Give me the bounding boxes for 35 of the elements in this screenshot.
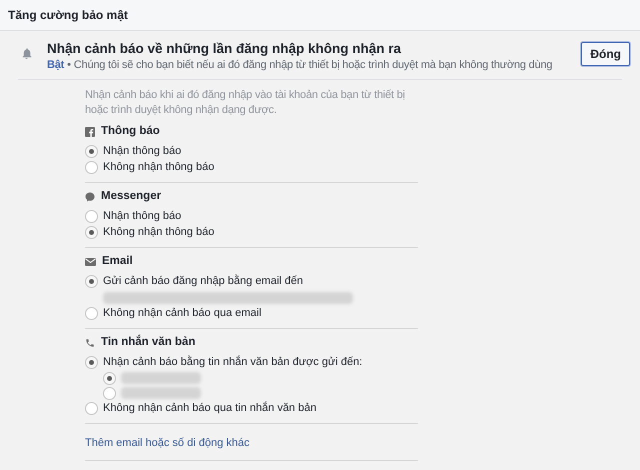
option-label: Gửi cảnh báo đăng nhập bằng email đến (103, 274, 304, 290)
bell-icon (20, 47, 33, 60)
option-label: Nhận thông báo (103, 209, 182, 224)
facebook-icon (85, 127, 95, 137)
add-contact-link[interactable]: Thêm email hoặc số di động khác (85, 437, 250, 449)
option-label: Không nhận thông báo (103, 160, 214, 176)
radio-button[interactable] (103, 386, 116, 400)
radio-button[interactable] (85, 145, 98, 158)
radio-button[interactable] (103, 372, 116, 384)
option-label: Nhận cảnh báo bằng tin nhắn văn bản được gửi đến: (103, 354, 362, 370)
section-title: Thông báo (101, 124, 160, 140)
radio-button[interactable] (85, 161, 98, 174)
radio-button[interactable] (85, 402, 98, 415)
alert-title: Nhận cảnh báo về những lần đăng nhập không nhận ra (47, 40, 402, 58)
option-label: Không nhận thông báo (103, 225, 214, 240)
radio-button[interactable] (85, 226, 98, 239)
radio-button[interactable] (85, 307, 98, 320)
section-title: Messenger (101, 189, 162, 204)
close-button[interactable]: Đóng (581, 42, 630, 66)
envelope-icon (85, 258, 96, 266)
option-label: Không nhận cảnh báo qua tin nhắn văn bản (103, 400, 316, 416)
option-label: Không nhận cảnh báo qua email (103, 306, 262, 322)
radio-button[interactable] (85, 356, 98, 369)
section-title: Tin nhắn văn bản (101, 334, 196, 350)
alert-description: Chúng tôi sẽ cho bạn biết nếu ai đó đăng nhập từ thiết bị hoặc trình duyệt mà bạn không thường dùng (74, 59, 552, 71)
option-label: Nhận thông báo (103, 144, 182, 160)
intro-text: Nhận cảnh báo khi ai đó đăng nhập vào tài khoản của bạn từ thiết bị hoặc trình duyệt không nhận dạng được. (85, 88, 406, 118)
separator-dot: • (67, 59, 71, 71)
radio-button[interactable] (85, 275, 98, 288)
phone-icon (85, 338, 95, 348)
status-label: Bật (47, 59, 64, 71)
section-title: Email (102, 254, 133, 270)
radio-button[interactable] (85, 210, 98, 223)
messenger-icon (85, 192, 95, 202)
header-title: Tăng cường bảo mật (8, 7, 128, 24)
